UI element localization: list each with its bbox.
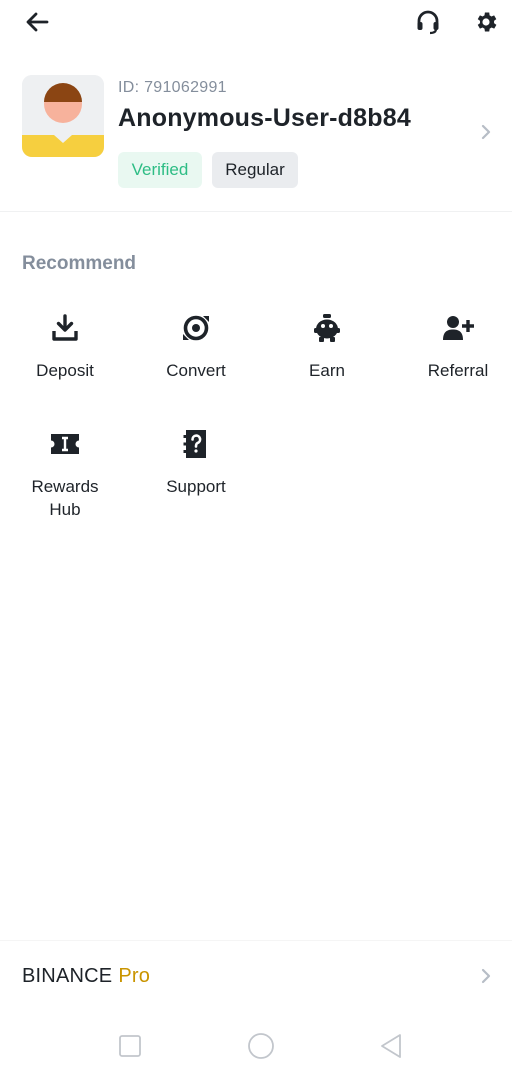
- shortcut-label: Referral: [427, 361, 489, 380]
- tier-badge[interactable]: Regular: [212, 152, 298, 188]
- avatar: [22, 75, 104, 157]
- chevron-right-icon: [481, 968, 491, 984]
- piggy-bank-icon: [314, 314, 340, 342]
- shortcut-label: Earn: [309, 361, 345, 380]
- profile-card[interactable]: ID: 791062991 Anonymous-User-d8b84 Verif…: [0, 60, 512, 212]
- back-arrow-icon: [26, 12, 49, 32]
- home-button[interactable]: [244, 1029, 278, 1063]
- shortcut-referral[interactable]: Referral: [393, 311, 512, 382]
- chevron-right-icon: [481, 124, 491, 140]
- shortcut-label: Convert: [166, 361, 226, 380]
- user-id: ID: 791062991: [118, 79, 227, 96]
- add-user-icon: [443, 316, 474, 340]
- binance-pro-label: BINANCE Pro: [22, 965, 150, 988]
- settings-button[interactable]: [470, 6, 502, 38]
- username: Anonymous-User-d8b84: [118, 104, 411, 132]
- recents-button[interactable]: [113, 1029, 147, 1063]
- top-bar: [0, 0, 512, 44]
- download-icon: [52, 314, 78, 341]
- system-nav-bar: [0, 1015, 512, 1080]
- triangle-back-icon: [381, 1034, 401, 1058]
- brand-text: BINANCE: [22, 965, 113, 987]
- shortcut-convert[interactable]: Convert: [131, 311, 261, 382]
- system-back-button[interactable]: [374, 1029, 408, 1063]
- pro-text: Pro: [118, 965, 151, 987]
- back-button[interactable]: [22, 8, 52, 36]
- headset-icon: [417, 10, 439, 35]
- avatar-illustration: [22, 75, 104, 157]
- section-title-recommend: Recommend: [22, 253, 137, 274]
- shortcut-label: Deposit: [36, 361, 94, 380]
- gear-icon: [477, 12, 497, 32]
- shortcut-earn[interactable]: Earn: [262, 311, 392, 382]
- convert-icon: [183, 315, 209, 341]
- customer-support-button[interactable]: [412, 7, 444, 37]
- shortcut-deposit[interactable]: Deposit: [0, 311, 130, 382]
- binance-pro-row[interactable]: BINANCE Pro: [0, 940, 512, 1008]
- square-icon: [119, 1035, 141, 1057]
- verified-badge[interactable]: Verified: [118, 152, 202, 188]
- circle-icon: [248, 1033, 274, 1059]
- ticket-icon: [51, 434, 79, 454]
- shortcut-label: Rewards Hub: [31, 477, 99, 519]
- shortcut-label: Support: [166, 477, 226, 496]
- shortcut-rewards-hub[interactable]: Rewards Hub: [0, 427, 130, 521]
- question-doc-icon: [183, 430, 206, 458]
- shortcut-support[interactable]: Support: [131, 427, 261, 498]
